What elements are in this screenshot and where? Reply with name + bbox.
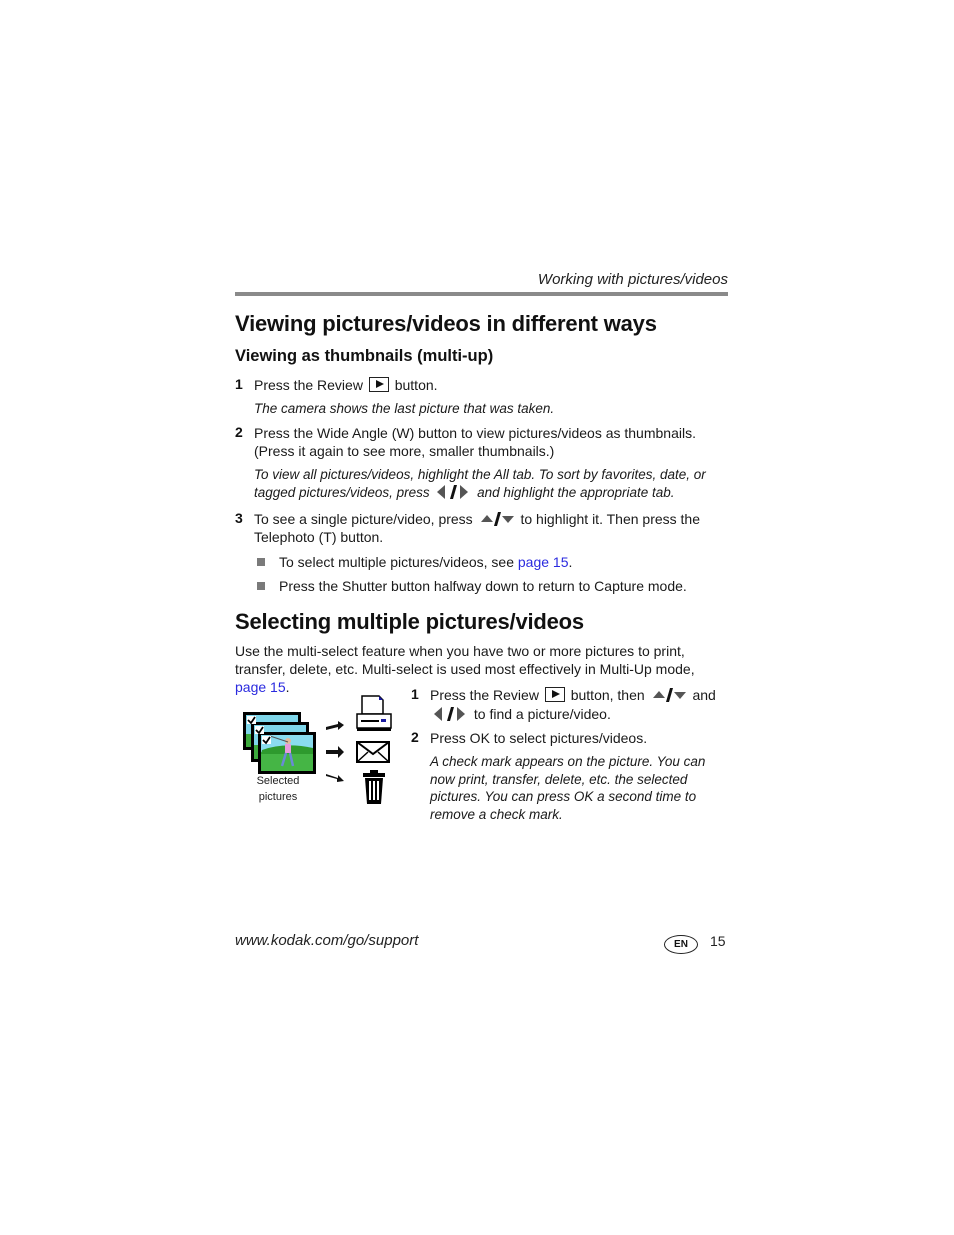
running-header: Working with pictures/videos [537, 271, 728, 288]
step-number: 1 [235, 376, 243, 392]
multi-select-figure: Selected pictures [240, 690, 400, 810]
language-badge: EN [664, 935, 698, 954]
page-number: 15 [710, 933, 726, 949]
bullet-item: Press the Shutter button halfway down to… [235, 577, 728, 601]
step-number: 3 [235, 510, 243, 526]
step-number: 1 [411, 686, 419, 702]
step-note: The camera shows the last picture that w… [254, 401, 555, 416]
printer-icon [356, 695, 392, 731]
bullet-square-icon [257, 558, 265, 566]
review-button-icon [368, 377, 389, 392]
left-right-arrows-icon [437, 484, 469, 499]
select-step-1: 1 Press the Review button, then and to f… [411, 686, 716, 722]
step-2: 2 Press the Wide Angle (W) button to vie… [235, 424, 728, 501]
up-down-arrows-icon [480, 512, 514, 526]
page-link[interactable]: page 15 [518, 554, 569, 570]
photo-stack [243, 712, 316, 774]
bullet-list: To select multiple pictures/videos, see … [235, 553, 728, 601]
step-text: Press the Review [254, 377, 363, 393]
review-button-icon [544, 687, 565, 702]
figure-caption: Selected pictures [256, 775, 300, 803]
section-title-viewing: Viewing pictures/videos in different way… [235, 311, 657, 336]
step-number: 2 [235, 424, 243, 440]
bullet-square-icon [257, 582, 265, 590]
bullet-item: To select multiple pictures/videos, see … [235, 553, 728, 577]
left-right-arrows-icon [434, 707, 465, 721]
step-1: 1 Press the Review button. The camera sh… [235, 376, 728, 418]
step-text: button. [394, 377, 438, 393]
support-url[interactable]: www.kodak.com/go/support [235, 932, 418, 949]
step-text: Press the Wide Angle (W) button to view … [254, 425, 696, 459]
section-title-selecting: Selecting multiple pictures/videos [235, 609, 584, 634]
select-step-2: 2 Press OK to select pictures/videos. A … [411, 729, 728, 823]
arrow-icons [326, 721, 344, 782]
step-3: 3 To see a single picture/video, press t… [235, 510, 700, 545]
step-note: A check mark appears on the picture. You… [430, 754, 706, 822]
up-down-arrows-icon [652, 688, 686, 702]
envelope-icon [356, 741, 390, 763]
step-number: 2 [411, 729, 419, 745]
step-note: To view all pictures/videos, highlight t… [254, 467, 706, 500]
trash-icon [363, 770, 385, 804]
step-text: Press OK to select pictures/videos. [430, 730, 648, 746]
header-rule [235, 292, 728, 296]
subsection-title-thumbnails: Viewing as thumbnails (multi-up) [235, 347, 494, 365]
